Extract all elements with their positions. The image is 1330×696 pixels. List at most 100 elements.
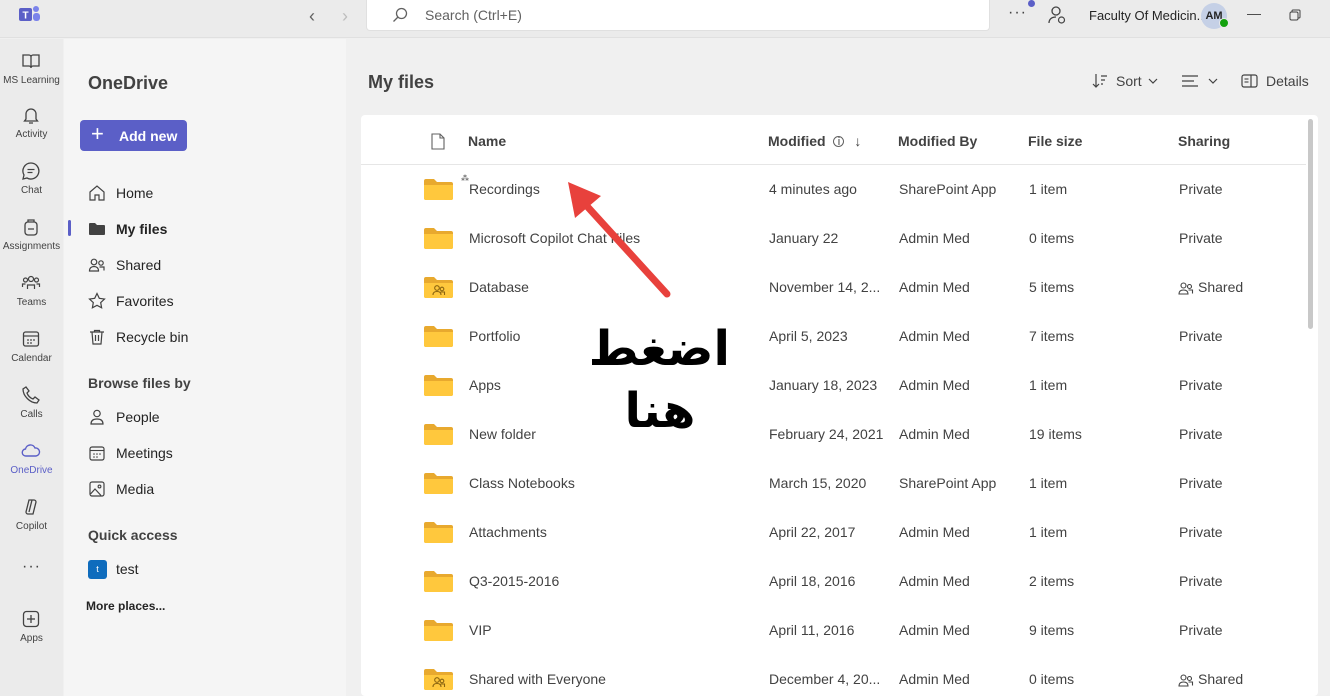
forward-arrow-icon[interactable]: › [335,6,355,26]
add-new-button[interactable]: + Add new [80,120,187,151]
nav-label: Media [116,481,155,497]
nav-item-favorites[interactable]: Favorites [88,290,328,314]
rail-item-assignments[interactable]: Assignments [0,217,63,269]
rail-label: Activity [15,129,48,140]
column-header-file-size[interactable]: File size [1028,133,1082,149]
sort-label: Sort [1116,73,1142,89]
plus-icon: + [91,121,104,146]
nav-item-media[interactable]: Media [88,478,328,502]
nav-label: test [116,561,139,577]
file-name[interactable]: Portfolio [469,328,520,344]
file-name[interactable]: Attachments [469,524,547,540]
modified-date: March 15, 2020 [769,475,867,491]
table-row[interactable]: Microsoft Copilot Chat Files January 22 Ad… [361,214,1306,263]
rail-item-copilot[interactable]: Copilot [0,497,63,549]
rail-item-calendar[interactable]: Calendar [0,329,63,381]
modified-by: Admin Med [899,573,970,589]
table-row[interactable]: Attachments April 22, 2017 Admin Med 1 item… [361,508,1306,557]
teams-logo-icon[interactable]: T [19,5,41,25]
table-row[interactable]: New folder February 24, 2021 Admin Med 19 i… [361,410,1306,459]
nav-item-meetings[interactable]: Meetings [88,442,328,466]
modified-date: January 22 [769,230,839,246]
file-size: 1 item [1029,377,1068,393]
rail-item-apps[interactable]: Apps [0,609,63,661]
rail-item-onedrive[interactable]: OneDrive [0,441,63,493]
minimize-icon[interactable]: — [1247,5,1261,21]
nav-item-my-files[interactable]: My files [88,218,328,242]
table-row[interactable]: VIP April 11, 2016 Admin Med 9 items Private [361,606,1306,655]
modified-by: Admin Med [899,377,970,393]
pane-title: OneDrive [88,73,169,93]
table-row[interactable]: Shared with Everyone December 4, 20... Adm… [361,655,1306,696]
sharing-label: Private [1179,622,1223,638]
file-name[interactable]: Class Notebooks [469,475,575,491]
table-row[interactable]: Class Notebooks March 15, 2020 SharePoint … [361,459,1306,508]
nav-item-recycle-bin[interactable]: Recycle bin [88,326,328,350]
table-row[interactable]: Recordings 4 minutes ago SharePoint App 1 i… [361,165,1306,214]
vertical-scrollbar[interactable] [1308,119,1313,329]
rail-item-ms-learning[interactable]: MS Learning [0,51,63,103]
rail-label: Teams [16,297,47,308]
sort-button[interactable]: Sort [1092,73,1162,93]
details-button[interactable]: Details [1241,73,1311,93]
rail-label: Apps [20,633,43,644]
file-size: 9 items [1029,622,1075,638]
more-places-link[interactable]: More places... [86,599,165,613]
file-name[interactable]: Recordings [469,181,540,197]
people-settings-icon[interactable] [1046,4,1068,26]
nav-item-shared[interactable]: Shared [88,254,328,278]
organization-name[interactable]: Faculty Of Medicin... [1089,8,1207,23]
search-input[interactable]: Search (Ctrl+E) [366,0,990,31]
image-icon [89,481,105,497]
column-header-name[interactable]: Name [468,133,506,149]
column-header-modified[interactable]: Modified i ↓ [768,133,861,149]
modified-by: Admin Med [899,524,970,540]
rail-item-activity[interactable]: Activity [0,105,63,157]
modified-by: Admin Med [899,426,970,442]
details-pane-icon [1241,74,1258,88]
table-row[interactable]: Apps January 18, 2023 Admin Med 1 item Priva… [361,361,1306,410]
rail-item-chat[interactable]: Chat [0,161,63,213]
rail-item-calls[interactable]: Calls [0,385,63,437]
modified-date: April 22, 2017 [769,524,856,540]
file-size: 7 items [1029,328,1075,344]
view-options-button[interactable] [1181,73,1221,93]
table-row[interactable]: Database November 14, 2... Admin Med 5 item… [361,263,1306,312]
sharing-label: Private [1179,426,1223,442]
file-name[interactable]: Shared with Everyone [469,671,606,687]
restore-icon[interactable] [1289,9,1301,21]
column-header-sharing[interactable]: Sharing [1178,133,1230,149]
file-name[interactable]: Q3-2015-2016 [469,573,559,589]
nav-item-home[interactable]: Home [88,182,328,206]
active-indicator [68,220,71,236]
back-arrow-icon[interactable]: ‹ [302,6,322,26]
chevron-down-icon [1208,78,1218,84]
quick-access-item-test[interactable]: t test [88,558,328,582]
folder-icon [424,522,453,543]
sort-icon [1092,74,1107,88]
rail-item-teams[interactable]: Teams [0,273,63,325]
column-header-modified-by[interactable]: Modified By [898,133,977,149]
file-name[interactable]: New folder [469,426,536,442]
shared-folder-icon [424,669,453,690]
more-options-icon[interactable]: ··· [1008,4,1027,22]
rail-label: Chat [20,185,43,196]
more-apps-icon[interactable]: ··· [0,558,63,576]
page-title: My files [368,72,435,92]
modified-by: Admin Med [899,279,970,295]
file-name[interactable]: Database [469,279,529,295]
folder-icon [424,375,453,396]
annotation-arrow-icon [568,182,671,298]
rail-label: Assignments [2,241,61,252]
table-row[interactable]: Q3-2015-2016 April 18, 2016 Admin Med 2 ite… [361,557,1306,606]
nav-item-people[interactable]: People [88,406,328,430]
info-icon[interactable]: i [833,136,845,148]
folder-icon [89,223,105,235]
table-row[interactable]: Portfolio April 5, 2023 Admin Med 7 items Pr… [361,312,1306,361]
folder-icon [424,571,453,592]
file-name[interactable]: Apps [469,377,501,393]
sharing-label: Private [1179,230,1223,246]
file-size: 1 item [1029,524,1068,540]
notification-dot [1028,0,1035,7]
file-name[interactable]: VIP [469,622,492,638]
